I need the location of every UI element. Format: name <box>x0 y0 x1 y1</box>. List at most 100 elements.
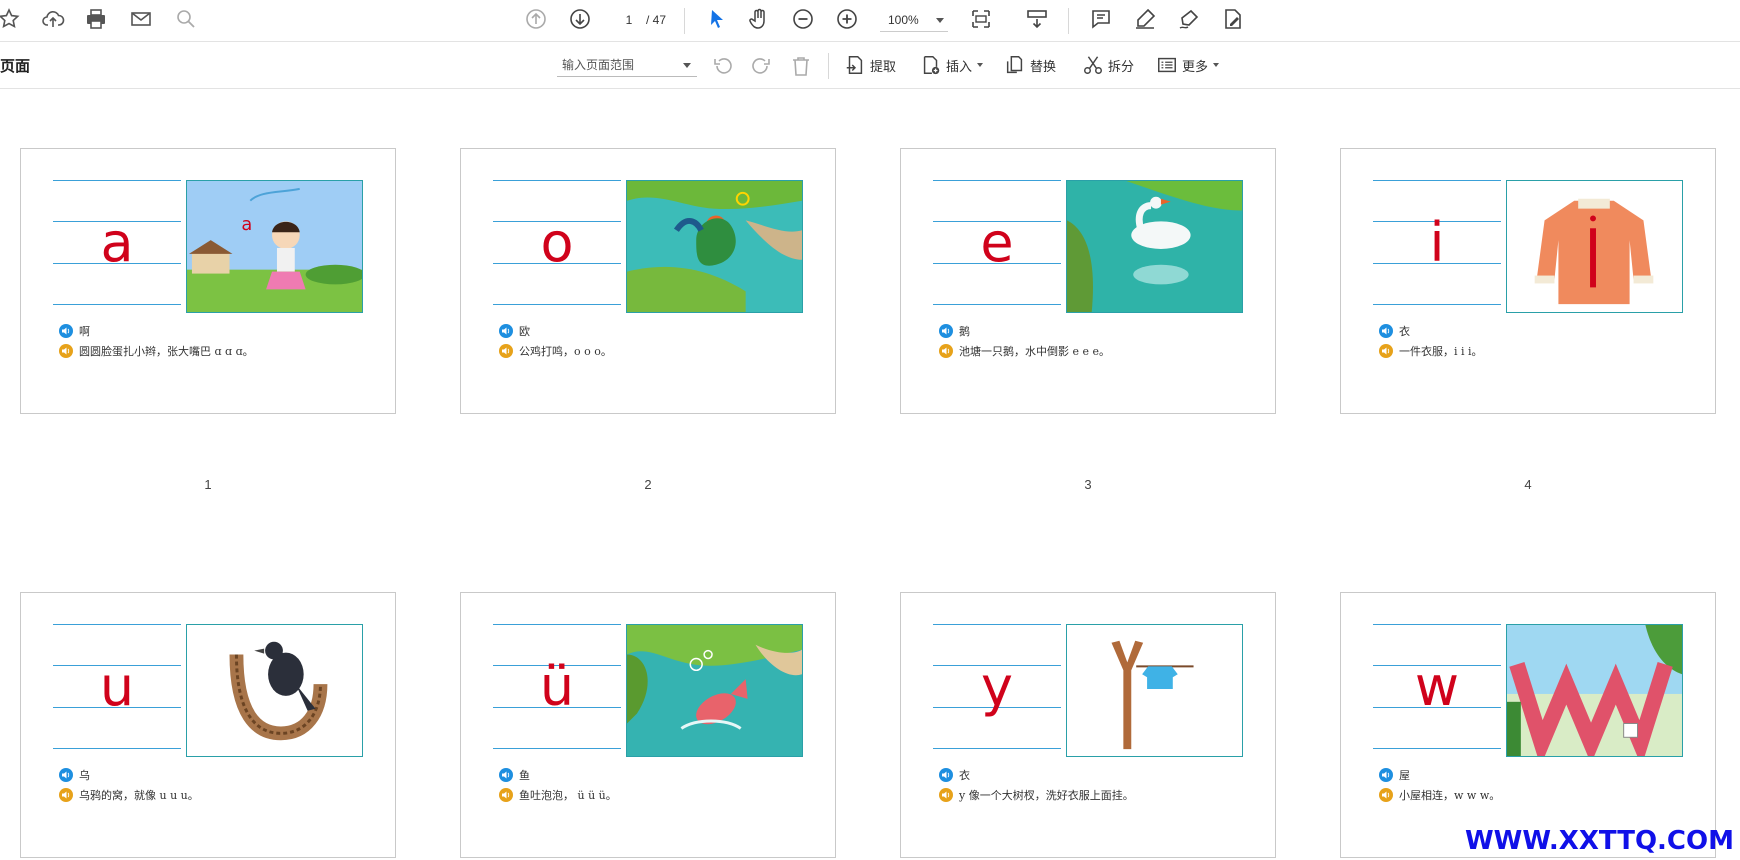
pinyin-letter: i <box>1429 210 1445 274</box>
page-number-input[interactable]: 1 <box>612 8 646 32</box>
speaker-icon[interactable] <box>1379 324 1393 338</box>
rhyme-row: 乌鸦的窝，就像 u u u。 <box>59 787 199 803</box>
draw-sign-icon[interactable] <box>1176 6 1202 32</box>
speaker-icon[interactable] <box>939 324 953 338</box>
speaker-icon[interactable] <box>499 788 513 802</box>
insert-button[interactable]: 插入 <box>920 52 984 78</box>
upload-cloud-icon[interactable] <box>40 6 66 32</box>
page-range-input[interactable]: 输入页面范围 <box>557 53 697 77</box>
pinyin-letter: ü <box>539 654 575 718</box>
page-thumbnail-7[interactable]: y 衣 y 像一个大树杈，洗好衣服上面挂。 <box>900 592 1276 858</box>
pinyin-letter: e <box>980 210 1014 274</box>
fish-illustration <box>626 624 803 757</box>
page-thumbnail-5[interactable]: u 乌 乌鸦的窝，就像 u u u。 <box>20 592 396 858</box>
page-number-label: 2 <box>644 477 652 492</box>
speaker-icon[interactable] <box>939 768 953 782</box>
extract-button[interactable]: 提取 <box>844 52 896 78</box>
page-thumbnail-2[interactable]: o 欧 公鸡打鸣，o o o。 <box>460 148 836 414</box>
rhyme-row: y 像一个大树杈，洗好衣服上面挂。 <box>939 787 1134 803</box>
rooster-illustration <box>626 180 803 313</box>
speaker-icon[interactable] <box>499 344 513 358</box>
rhyme-text: 公鸡打鸣，o o o。 <box>519 345 612 358</box>
replace-button[interactable]: 替换 <box>1004 52 1056 78</box>
word-row: 啊 <box>59 323 90 339</box>
more-label: 更多 <box>1182 59 1209 75</box>
zoom-in-icon[interactable] <box>834 6 860 32</box>
rhyme-row: 池塘一只鹅，水中倒影 e e e。 <box>939 343 1110 359</box>
rhyme-text: 池塘一只鹅，水中倒影 e e e。 <box>959 345 1111 358</box>
rhyme-text: 鱼吐泡泡， ü ü ü。 <box>519 789 617 802</box>
page-thumbnail-4[interactable]: i 衣 一件衣服，i i i。 <box>1340 148 1716 414</box>
rhyme-text: y 像一个大树杈，洗好衣服上面挂。 <box>959 789 1134 802</box>
insert-icon <box>923 56 940 75</box>
word-row: 鱼 <box>499 767 530 783</box>
zoom-out-icon[interactable] <box>790 6 816 32</box>
previous-page-icon[interactable] <box>523 6 549 32</box>
split-button[interactable]: 拆分 <box>1082 52 1134 78</box>
word-text: 乌 <box>79 769 90 782</box>
zoom-level-select[interactable]: 100% <box>880 8 948 32</box>
page-number-label: 4 <box>1524 477 1532 492</box>
speaker-icon[interactable] <box>1379 768 1393 782</box>
word-row: 衣 <box>1379 323 1410 339</box>
word-row: 欧 <box>499 323 530 339</box>
divider <box>684 8 685 34</box>
word-text: 欧 <box>519 325 530 338</box>
search-zoom-icon[interactable] <box>173 6 199 32</box>
speaker-icon[interactable] <box>499 768 513 782</box>
page-thumbnail-8[interactable]: w 屋 小屋相连，w w w。 <box>1340 592 1716 858</box>
comment-icon[interactable] <box>1088 6 1114 32</box>
page-thumbnail-6[interactable]: ü 鱼 鱼吐泡泡， ü ü ü。 <box>460 592 836 858</box>
speaker-icon[interactable] <box>59 324 73 338</box>
print-icon[interactable] <box>83 6 109 32</box>
chevron-down-icon <box>683 63 691 68</box>
rhyme-row: 公鸡打鸣，o o o。 <box>499 343 612 359</box>
pinyin-letter: a <box>100 210 134 274</box>
speaker-icon[interactable] <box>59 344 73 358</box>
speaker-icon[interactable] <box>59 788 73 802</box>
girl-singing-illustration: a <box>186 180 363 313</box>
word-text: 衣 <box>959 769 970 782</box>
next-page-icon[interactable] <box>567 6 593 32</box>
page-thumbnail-3[interactable]: e 鹅 池塘一只鹅，水中倒影 e e e。 <box>900 148 1276 414</box>
replace-icon <box>1006 56 1023 74</box>
more-button[interactable]: 更多 <box>1156 52 1220 78</box>
extract-icon <box>846 56 863 74</box>
rhyme-text: 圆圆脸蛋扎小辫，张大嘴巴 ɑ ɑ ɑ。 <box>79 345 254 358</box>
page-range-placeholder: 输入页面范围 <box>562 58 635 72</box>
trash-icon[interactable] <box>788 53 814 79</box>
rotate-left-icon[interactable] <box>710 53 736 79</box>
word-row: 衣 <box>939 767 970 783</box>
highlight-pen-icon[interactable] <box>1132 6 1158 32</box>
site-watermark: WWW.XXTTQ.COM <box>1465 826 1734 856</box>
pinyin-letter: y <box>981 654 1013 718</box>
page-thumbnail-grid: a a 啊 圆圆脸蛋扎小辫，张大嘴巴 ɑ ɑ ɑ。 1 o 欧 公鸡打鸣，o o… <box>0 90 1740 860</box>
speaker-icon[interactable] <box>499 324 513 338</box>
speaker-icon[interactable] <box>939 788 953 802</box>
zoom-level-value: 100% <box>888 13 919 27</box>
bookmark-star-icon[interactable] <box>0 6 22 32</box>
divider <box>828 53 829 79</box>
speaker-icon[interactable] <box>939 344 953 358</box>
pinyin-letter: o <box>540 210 574 274</box>
extract-label: 提取 <box>870 59 897 75</box>
chevron-down-icon <box>977 63 984 67</box>
pinyin-letter: u <box>99 654 135 718</box>
scroll-mode-icon[interactable] <box>1024 6 1050 32</box>
svg-text:a: a <box>241 215 252 235</box>
page-number-label: 3 <box>1084 477 1092 492</box>
hand-tool-icon[interactable] <box>746 6 772 32</box>
edit-pdf-icon[interactable] <box>1220 6 1246 32</box>
word-text: 鱼 <box>519 769 530 782</box>
word-text: 屋 <box>1399 769 1410 782</box>
fit-page-icon[interactable] <box>968 6 994 32</box>
word-text: 衣 <box>1399 325 1410 338</box>
speaker-icon[interactable] <box>59 768 73 782</box>
rotate-right-icon[interactable] <box>748 53 774 79</box>
speaker-icon[interactable] <box>1379 344 1393 358</box>
speaker-icon[interactable] <box>1379 788 1393 802</box>
email-icon[interactable] <box>128 6 154 32</box>
page-thumbnail-1[interactable]: a a 啊 圆圆脸蛋扎小辫，张大嘴巴 ɑ ɑ ɑ。 <box>20 148 396 414</box>
select-cursor-icon[interactable] <box>704 6 730 32</box>
replace-label: 替换 <box>1030 59 1057 75</box>
